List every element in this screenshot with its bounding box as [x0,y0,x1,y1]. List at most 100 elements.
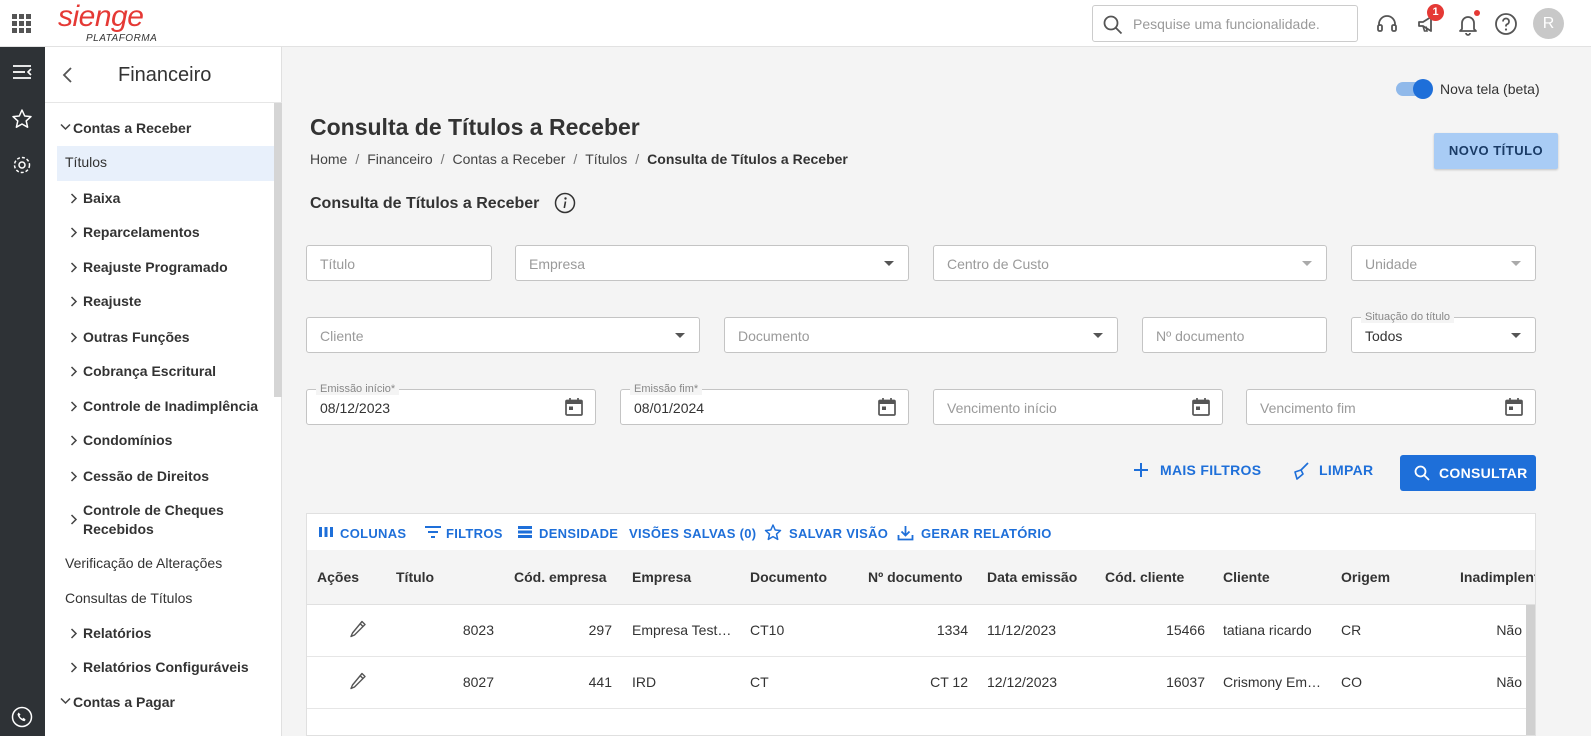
sidebar-item-cessao-direitos[interactable]: Cessão de Direitos [70,468,209,484]
sidebar-item-contas-receber[interactable]: Contas a Receber [60,120,191,136]
edit-pencil-icon[interactable] [349,620,367,640]
sidebar-item-reparcelamentos[interactable]: Reparcelamentos [70,224,200,240]
situacao-select[interactable]: Situação do título Todos [1351,311,1536,353]
menu-collapse-icon[interactable] [11,61,33,83]
density-icon [518,526,532,538]
cell-data-emissao: 11/12/2023 [987,622,1057,638]
col-header-cod-empresa[interactable]: Cód. empresa [514,569,607,585]
new-screen-toggle[interactable] [1396,79,1433,99]
search-input[interactable] [1133,14,1348,34]
col-header-cod-cliente[interactable]: Cód. cliente [1105,569,1184,585]
chevron-right-icon [70,332,78,343]
col-header-titulo[interactable]: Título [396,569,434,585]
saved-views-button[interactable]: VISÕES SALVAS (0) [629,526,756,541]
cliente-select[interactable]: Cliente [306,317,700,353]
toggle-label: Nova tela (beta) [1440,81,1540,97]
sidebar-item-titulos[interactable]: Títulos [65,154,107,170]
columns-button[interactable]: COLUNAS [319,526,406,541]
centro-custo-select[interactable]: Centro de Custo [933,245,1327,281]
density-button[interactable]: DENSIDADE [518,526,618,541]
new-title-button[interactable]: NOVO TÍTULO [1434,133,1558,169]
sidebar-item-verificacao-alteracoes[interactable]: Verificação de Alterações [65,555,222,571]
save-view-button[interactable]: SALVAR VISÃO [764,524,888,541]
section-title: Consulta de Títulos a Receber [310,195,540,212]
sidebar-item-relatorios[interactable]: Relatórios [70,625,151,641]
left-rail [0,47,45,736]
cell-origem: CR [1341,622,1362,638]
edit-pencil-icon[interactable] [349,672,367,692]
search-submit-button[interactable]: CONSULTAR [1400,455,1536,491]
search-icon [1414,465,1430,481]
sidebar-item-relatorios-configuraveis[interactable]: Relatórios Configuráveis [70,659,249,675]
bell-alert-dot [1474,10,1480,16]
col-header-cliente[interactable]: Cliente [1223,569,1270,585]
col-header-empresa[interactable]: Empresa [632,569,691,585]
back-chevron-icon[interactable] [61,66,75,84]
sidebar-item-contas-pagar[interactable]: Contas a Pagar [60,694,175,710]
info-icon[interactable] [554,192,576,214]
clear-button[interactable]: LIMPAR [1294,462,1373,480]
calendar-icon[interactable] [877,397,897,417]
breadcrumb-contas-receber[interactable]: Contas a Receber [453,151,566,167]
col-header-data-emissao[interactable]: Data emissão [987,569,1077,585]
sidebar-item-cobranca-escritural[interactable]: Cobrança Escritural [70,363,216,379]
dropdown-arrow-icon [1511,261,1521,266]
cell-cod-empresa: 441 [588,674,612,690]
main-content: Nova tela (beta) Consulta de Títulos a R… [283,47,1591,736]
breadcrumb-current: Consulta de Títulos a Receber [647,151,848,167]
sidebar-item-controle-cheques[interactable]: Controle de Cheques Recebidos [70,502,224,541]
titulo-field[interactable]: Título [306,245,492,281]
help-icon[interactable] [1494,12,1518,36]
table-row[interactable]: 8027 441 IRD CT CT 12 12/12/2023 16037 C… [307,657,1535,709]
num-documento-field[interactable]: Nº documento [1142,317,1327,353]
vencimento-fim-field[interactable]: Vencimento fim [1246,389,1536,425]
dropdown-arrow-icon [1093,333,1103,338]
sidebar-item-condominios[interactable]: Condomínios [70,432,172,448]
unidade-select[interactable]: Unidade [1351,245,1536,281]
cell-cod-cliente: 16037 [1166,674,1205,690]
user-avatar[interactable]: R [1533,8,1564,39]
documento-select[interactable]: Documento [724,317,1118,353]
sidebar-item-consultas-titulos[interactable]: Consultas de Títulos [65,590,192,606]
search-box[interactable] [1092,5,1358,42]
breadcrumb-home[interactable]: Home [310,151,347,167]
sienge-logo[interactable]: sienge PLATAFORMA [58,2,157,45]
table-row[interactable]: 8023 297 Empresa Test… CT10 1334 11/12/2… [307,605,1535,657]
cell-empresa: Empresa Test… [632,622,732,638]
sidebar-item-reajuste[interactable]: Reajuste [70,293,141,309]
empresa-select[interactable]: Empresa [515,245,909,281]
breadcrumb-titulos[interactable]: Títulos [585,151,627,167]
calendar-icon[interactable] [1191,397,1211,417]
cell-documento: CT10 [750,622,785,638]
toggle-knob [1413,79,1433,99]
calendar-icon[interactable] [564,397,584,417]
phone-icon[interactable] [11,706,33,728]
breadcrumb-financeiro[interactable]: Financeiro [367,151,432,167]
sidebar-item-reajuste-programado[interactable]: Reajuste Programado [70,259,228,275]
generate-report-button[interactable]: GERAR RELATÓRIO [897,526,1052,541]
filters-button[interactable]: FILTROS [425,526,503,541]
star-icon[interactable] [11,108,33,130]
chevron-right-icon [70,471,78,482]
star-outline-icon [764,524,782,541]
sidebar-item-controle-inadimplencia[interactable]: Controle de Inadimplência [70,398,258,414]
col-header-documento[interactable]: Documento [750,569,827,585]
col-header-num-documento[interactable]: Nº documento [868,569,963,585]
sidebar-item-baixa[interactable]: Baixa [70,190,120,206]
grid-scrollbar[interactable] [1526,605,1535,735]
gear-icon[interactable] [11,154,33,176]
sidebar-item-outras-funcoes[interactable]: Outras Funções [70,329,190,345]
col-header-inadimplente[interactable]: Inadimplent [1460,569,1535,585]
headset-icon[interactable] [1375,12,1399,36]
vencimento-inicio-field[interactable]: Vencimento início [933,389,1223,425]
emissao-inicio-field[interactable]: Emissão início* 08/12/2023 [306,383,596,425]
col-header-origem[interactable]: Origem [1341,569,1390,585]
emissao-fim-field[interactable]: Emissão fim* 08/01/2024 [620,383,909,425]
side-nav-scrollbar[interactable] [274,103,282,397]
notification-badge: 1 [1427,4,1444,21]
apps-grid-icon[interactable] [12,14,31,33]
more-filters-button[interactable]: MAIS FILTROS [1134,462,1261,478]
top-bar: sienge PLATAFORMA 1 R [0,0,1591,47]
chevron-right-icon [70,296,78,307]
calendar-icon[interactable] [1504,397,1524,417]
